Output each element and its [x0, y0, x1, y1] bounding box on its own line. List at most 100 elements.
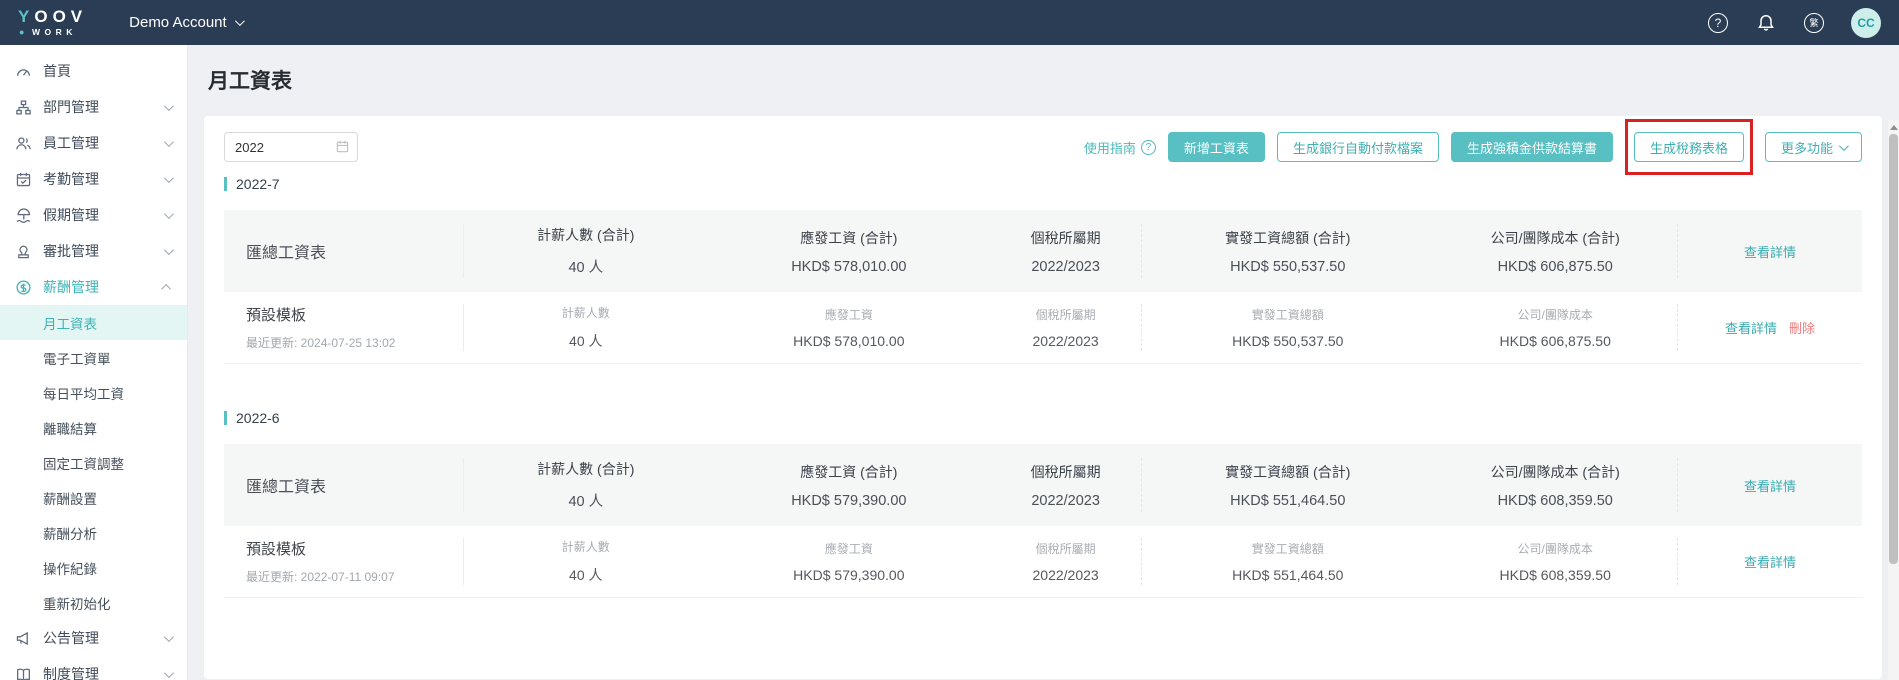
- last-updated: 最近更新: 2022-07-11 09:07: [246, 570, 395, 584]
- scrollbar-up-icon[interactable]: [1889, 125, 1898, 130]
- gross-pay-cell: 應發工資 HKD$ 578,010.00: [708, 306, 991, 349]
- summary-name: 匯總工資表: [224, 224, 464, 278]
- sidebar-subitem-operation-log[interactable]: 操作紀錄: [0, 550, 187, 585]
- cell-label: 個稅所屬期: [1030, 463, 1101, 480]
- vertical-scrollbar[interactable]: [1888, 120, 1899, 680]
- sidebar-item-employee[interactable]: 員工管理: [0, 125, 187, 161]
- highlight-annotation-box: 生成稅務表格: [1624, 119, 1753, 175]
- chevron-down-icon: [234, 16, 245, 27]
- section-header: 2022-6: [224, 410, 1862, 426]
- headcount-cell: 計薪人數 40 人: [464, 304, 708, 351]
- cell-label: 計薪人數 (合計): [537, 461, 635, 477]
- logo-text-bottom: ● WORK: [19, 27, 77, 37]
- employee-icon: [14, 134, 32, 152]
- payroll-card: 使用指南 ? 新增工資表 生成銀行自動付款檔案 生成強積金供款結算書 生成稅務表…: [204, 116, 1882, 679]
- generate-tax-form-button[interactable]: 生成稅務表格: [1633, 132, 1744, 162]
- view-details-link[interactable]: 查看詳情: [1744, 242, 1796, 261]
- headcount-cell: 計薪人數 (合計) 40 人: [464, 459, 708, 511]
- sidebar-subitem-epayslip[interactable]: 電子工資單: [0, 340, 187, 375]
- row-actions: 查看詳情 刪除: [1677, 304, 1862, 351]
- company-cost-cell: 公司/團隊成本 HKD$ 606,875.50: [1433, 306, 1677, 349]
- sidebar-subitem-label: 離職結算: [43, 421, 97, 437]
- sidebar-subitem-termination-settlement[interactable]: 離職結算: [0, 410, 187, 445]
- template-row: 預設模板 最近更新: 2024-07-25 13:02 計薪人數 40 人 應發…: [224, 292, 1862, 364]
- account-switcher[interactable]: Demo Account: [129, 14, 245, 31]
- sidebar-item-leave[interactable]: 假期管理: [0, 197, 187, 233]
- more-functions-button[interactable]: 更多功能: [1764, 132, 1862, 162]
- sidebar-item-home[interactable]: 首頁: [0, 53, 187, 89]
- cell-value: 2022/2023: [1031, 258, 1100, 275]
- sidebar-subitem-label: 薪酬設置: [43, 491, 97, 507]
- button-label: 生成強積金供款結算書: [1466, 140, 1597, 156]
- section-period-label: 2022-6: [236, 410, 280, 426]
- sidebar-subitem-label: 重新初始化: [43, 596, 111, 612]
- row-actions: 查看詳情: [1677, 458, 1862, 512]
- help-button[interactable]: ?: [1707, 12, 1729, 34]
- generate-mpf-statement-button[interactable]: 生成強積金供款結算書: [1450, 132, 1613, 162]
- view-details-link[interactable]: 查看詳情: [1744, 476, 1796, 495]
- chevron-down-icon: [163, 631, 174, 642]
- section-period-label: 2022-7: [236, 176, 280, 192]
- chevron-down-icon: [163, 172, 174, 183]
- sidebar-item-label: 審批管理: [43, 243, 99, 259]
- section-accent-bar: [224, 411, 227, 425]
- year-picker[interactable]: [224, 132, 358, 162]
- cell-value: 40 人: [569, 333, 603, 349]
- net-pay-cell: 實發工資總額 HKD$ 551,464.50: [1141, 538, 1433, 585]
- sidebar-item-label: 薪酬管理: [43, 279, 99, 295]
- yoov-work-logo[interactable]: YOOV ● WORK: [18, 8, 87, 37]
- add-payroll-button[interactable]: 新增工資表: [1167, 132, 1265, 162]
- view-details-link[interactable]: 查看詳情: [1725, 318, 1777, 337]
- sidebar-subitem-label: 電子工資單: [43, 351, 111, 367]
- cell-value: 2022/2023: [1032, 567, 1099, 583]
- sidebar-subitem-reinitialize[interactable]: 重新初始化: [0, 585, 187, 620]
- sidebar-item-policy[interactable]: 制度管理: [0, 656, 187, 680]
- sidebar-subitem-label: 薪酬分析: [43, 526, 97, 542]
- account-name: Demo Account: [129, 14, 227, 31]
- cell-label: 公司/團隊成本: [1517, 308, 1593, 322]
- page-title: 月工資表: [208, 70, 292, 93]
- attendance-calendar-icon: [14, 170, 32, 188]
- summary-row: 匯總工資表 計薪人數 (合計) 40 人 應發工資 (合計) HKD$ 579,…: [224, 444, 1862, 526]
- scrollbar-thumb[interactable]: [1889, 134, 1898, 564]
- avatar[interactable]: CC: [1851, 7, 1881, 38]
- summary-name: 匯總工資表: [224, 458, 464, 512]
- summary-row: 匯總工資表 計薪人數 (合計) 40 人 應發工資 (合計) HKD$ 578,…: [224, 210, 1862, 292]
- sidebar-item-payroll[interactable]: 薪酬管理: [0, 269, 187, 305]
- sidebar-subitem-payroll-settings[interactable]: 薪酬設置: [0, 480, 187, 515]
- sidebar-subitem-fixed-wage-adjustment[interactable]: 固定工資調整: [0, 445, 187, 480]
- chevron-down-icon: [163, 100, 174, 111]
- gross-pay-cell: 應發工資 HKD$ 579,390.00: [708, 540, 991, 583]
- chevron-down-icon: [163, 667, 174, 678]
- sidebar-item-announcement[interactable]: 公告管理: [0, 620, 187, 656]
- view-details-link[interactable]: 查看詳情: [1744, 552, 1796, 571]
- cell-value: HKD$ 578,010.00: [793, 333, 905, 349]
- cell-value: 2022/2023: [1032, 333, 1099, 349]
- net-pay-cell: 實發工資總額 (合計) HKD$ 550,537.50: [1141, 224, 1433, 278]
- sidebar-item-attendance[interactable]: 考勤管理: [0, 161, 187, 197]
- cell-value: HKD$ 579,390.00: [793, 567, 905, 583]
- company-cost-cell: 公司/團隊成本 (合計) HKD$ 608,359.50: [1433, 462, 1677, 509]
- sidebar-item-approval[interactable]: 審批管理: [0, 233, 187, 269]
- generate-bank-autopay-file-button[interactable]: 生成銀行自動付款檔案: [1276, 132, 1439, 162]
- net-pay-cell: 實發工資總額 (合計) HKD$ 551,464.50: [1141, 458, 1433, 512]
- sidebar-subitem-monthly-payroll[interactable]: 月工資表: [0, 305, 187, 340]
- sidebar-subitem-daily-average-wage[interactable]: 每日平均工資: [0, 375, 187, 410]
- headcount-cell: 計薪人數 (合計) 40 人: [464, 225, 708, 277]
- tax-period-cell: 個稅所屬期 2022/2023: [990, 306, 1141, 349]
- main-content: 月工資表 使用指南 ? 新增工資表 生成銀行自: [188, 45, 1899, 680]
- cell-label: 實發工資總額 (合計): [1225, 229, 1351, 246]
- sidebar-subitem-payroll-analysis[interactable]: 薪酬分析: [0, 515, 187, 550]
- cell-label: 實發工資總額: [1251, 542, 1324, 556]
- language-button[interactable]: 繁: [1803, 12, 1825, 34]
- cell-value: HKD$ 608,359.50: [1497, 492, 1613, 509]
- cell-label: 應發工資 (合計): [800, 229, 898, 246]
- cell-label: 公司/團隊成本: [1517, 542, 1593, 556]
- chevron-down-icon: [163, 136, 174, 147]
- usage-guide-link[interactable]: 使用指南 ?: [1084, 138, 1156, 157]
- sidebar-item-department[interactable]: 部門管理: [0, 89, 187, 125]
- notifications-button[interactable]: [1755, 12, 1777, 34]
- topbar: YOOV ● WORK Demo Account ? 繁 CC: [0, 0, 1899, 45]
- salary-dollar-icon: [14, 278, 32, 296]
- delete-link[interactable]: 刪除: [1789, 318, 1815, 337]
